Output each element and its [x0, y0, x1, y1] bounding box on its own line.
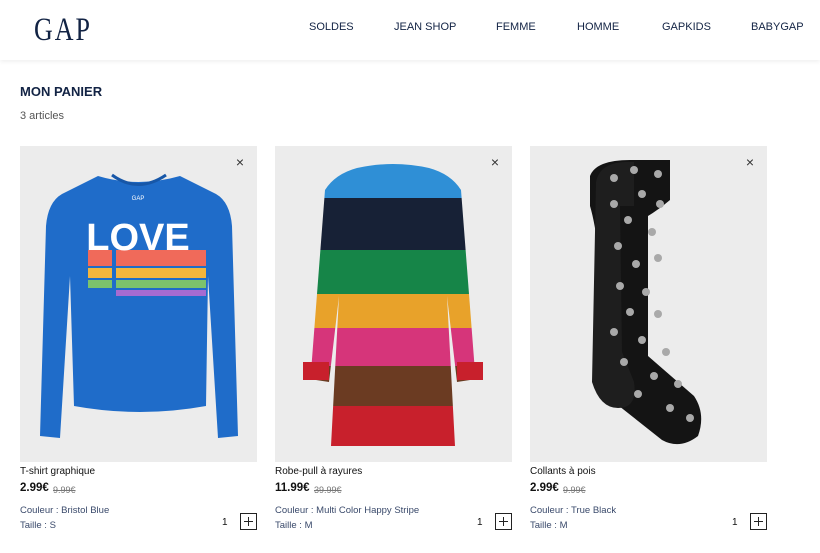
- close-icon[interactable]: ×: [488, 155, 502, 169]
- product-image[interactable]: LOVE GAP ×: [20, 146, 257, 462]
- cart-item-tshirt: LOVE GAP × T-shirt graphique 2.99€ 9.99€…: [20, 146, 257, 536]
- product-price: 11.99€: [275, 482, 310, 494]
- cart-item-count: 3 articles: [20, 110, 65, 122]
- product-old-price: 9.99€: [53, 485, 76, 495]
- nav-item-femme[interactable]: FEMME: [496, 21, 536, 33]
- tshirt-image: LOVE GAP: [40, 173, 238, 438]
- love-graphic-text: LOVE: [86, 217, 189, 259]
- product-color: Couleur : Multi Color Happy Stripe: [275, 505, 420, 516]
- product-old-price: 39.99€: [314, 485, 342, 495]
- nav-item-soldes[interactable]: SOLDES: [309, 21, 354, 33]
- product-name[interactable]: T-shirt graphique: [20, 466, 95, 477]
- close-icon[interactable]: ×: [233, 155, 247, 169]
- product-old-price: 9.99€: [563, 485, 586, 495]
- cart-item-dress: × Robe-pull à rayures 11.99€ 39.99€ Coul…: [275, 146, 512, 536]
- quantity-plus-button[interactable]: [495, 513, 512, 530]
- quantity-value: 1: [222, 517, 228, 528]
- product-color: Couleur : True Black: [530, 505, 617, 516]
- product-color: Couleur : Bristol Blue: [20, 505, 110, 516]
- product-size: Taille : M: [275, 520, 313, 531]
- product-image[interactable]: ×: [275, 146, 512, 462]
- nav-item-babygap[interactable]: BABYGAP: [751, 21, 804, 33]
- product-image[interactable]: ×: [530, 146, 767, 462]
- product-size: Taille : S: [20, 520, 56, 531]
- gap-logo[interactable]: GAP: [34, 11, 92, 49]
- nav-item-gapkids[interactable]: GAPKIDS: [662, 21, 711, 33]
- polka-dot-tights-image: [590, 160, 702, 445]
- cart-item-tights: × Collants à pois 2.99€ 9.99€ Couleur : …: [530, 146, 767, 536]
- quantity-value: 1: [732, 517, 738, 528]
- quantity-plus-button[interactable]: [750, 513, 767, 530]
- svg-text:GAP: GAP: [132, 196, 145, 202]
- quantity-value: 1: [477, 517, 483, 528]
- product-name[interactable]: Collants à pois: [530, 466, 596, 477]
- striped-dress-image: [303, 164, 483, 446]
- product-price: 2.99€: [20, 482, 49, 494]
- quantity-plus-button[interactable]: [240, 513, 257, 530]
- nav-item-jean-shop[interactable]: JEAN SHOP: [394, 21, 456, 33]
- nav-item-homme[interactable]: HOMME: [577, 21, 619, 33]
- product-name[interactable]: Robe-pull à rayures: [275, 466, 362, 477]
- close-icon[interactable]: ×: [743, 155, 757, 169]
- cart-title: MON PANIER: [20, 84, 103, 99]
- site-header: GAP SOLDES JEAN SHOP FEMME HOMME GAPKIDS…: [0, 0, 820, 60]
- product-size: Taille : M: [530, 520, 568, 531]
- product-price: 2.99€: [530, 482, 559, 494]
